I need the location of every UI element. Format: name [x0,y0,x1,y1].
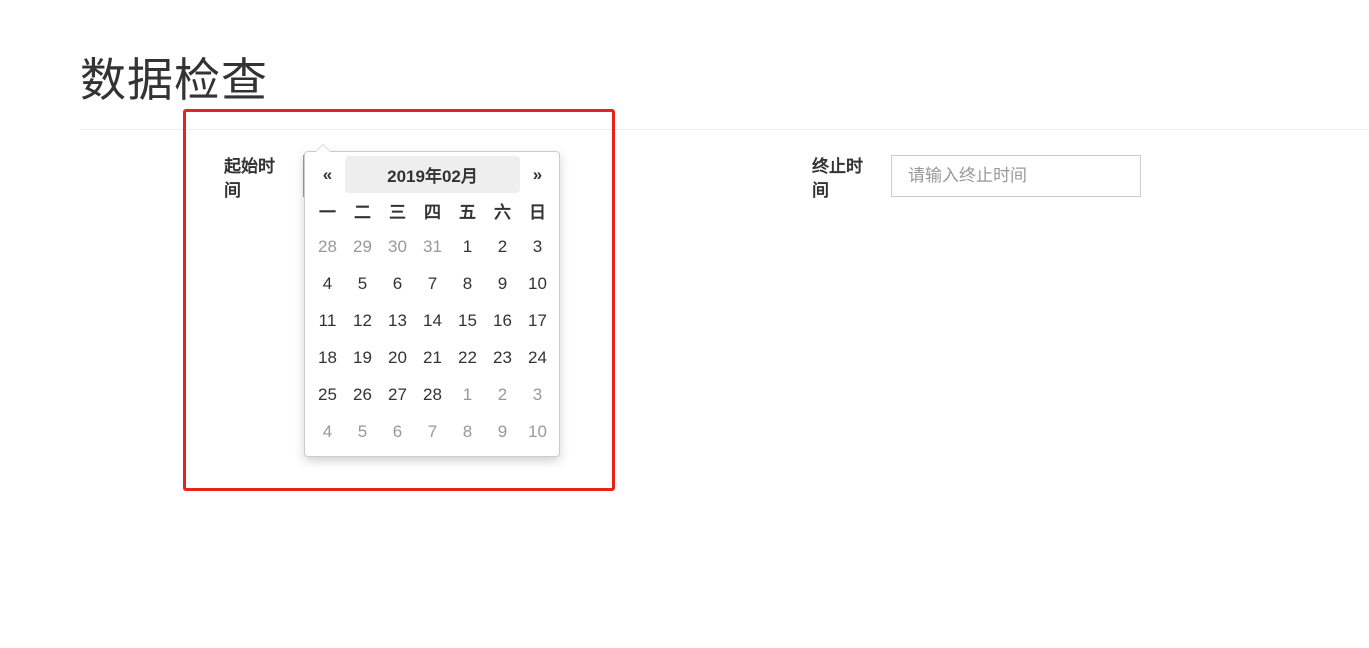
weekday-label: 六 [494,203,511,222]
next-month-button[interactable]: » [520,156,555,193]
day-cell[interactable]: 19 [345,339,380,376]
day-cell-other-month[interactable]: 7 [415,413,450,450]
day-cell[interactable]: 5 [345,265,380,302]
day-cell-other-month[interactable]: 8 [450,413,485,450]
day-cell[interactable]: 7 [415,265,450,302]
day-cell[interactable]: 12 [345,302,380,339]
end-time-label: 终止时间 [812,157,863,200]
end-time-input[interactable] [891,155,1141,197]
day-cell[interactable]: 8 [450,265,485,302]
day-cell[interactable]: 24 [520,339,555,376]
day-cell[interactable]: 13 [380,302,415,339]
weekday-label: 一 [319,203,336,222]
day-cell[interactable]: 22 [450,339,485,376]
day-cell[interactable]: 14 [415,302,450,339]
datepicker-days: 28 29 30 31 1 2 3 4 5 6 7 8 9 10 11 12 13 14 15 16 17 18 19 20 2… [310,228,555,450]
week-row: 25 26 27 28 1 2 3 [310,376,555,413]
day-cell[interactable]: 25 [310,376,345,413]
day-cell[interactable]: 21 [415,339,450,376]
week-row: 4 5 6 7 8 9 10 [310,413,555,450]
day-cell[interactable]: 6 [380,265,415,302]
page: 数据检查 起始时间 终止时间 « 2019年02月 » 一二三四五六日 2829… [0,0,1369,648]
day-cell-other-month[interactable]: 5 [345,413,380,450]
day-cell-other-month[interactable]: 30 [380,228,415,265]
day-cell[interactable]: 2 [485,228,520,265]
week-row: 4 5 6 7 8 9 10 [310,265,555,302]
day-cell-other-month[interactable]: 1 [450,376,485,413]
day-cell[interactable]: 17 [520,302,555,339]
weekday-label: 五 [459,203,476,222]
day-cell-other-month[interactable]: 31 [415,228,450,265]
day-cell[interactable]: 28 [415,376,450,413]
start-time-label: 起始时间 [224,157,275,200]
day-cell[interactable]: 1 [450,228,485,265]
day-cell[interactable]: 20 [380,339,415,376]
day-cell-other-month[interactable]: 4 [310,413,345,450]
prev-month-button[interactable]: « [310,156,345,193]
weekday-label: 二 [354,203,371,222]
weekday-label: 四 [424,203,441,222]
page-title: 数据检查 [80,54,268,106]
day-cell[interactable]: 23 [485,339,520,376]
day-cell[interactable]: 3 [520,228,555,265]
day-cell[interactable]: 27 [380,376,415,413]
day-cell-other-month[interactable]: 28 [310,228,345,265]
day-cell[interactable]: 10 [520,265,555,302]
day-cell-other-month[interactable]: 9 [485,413,520,450]
datepicker-calendar: « 2019年02月 » 一二三四五六日 28 29 30 31 1 2 3 4 5 6 7 8 9 10… [310,156,555,450]
day-cell[interactable]: 18 [310,339,345,376]
weekday-label: 日 [529,203,546,222]
week-row: 28 29 30 31 1 2 3 [310,228,555,265]
week-row: 11 12 13 14 15 16 17 [310,302,555,339]
week-row: 18 19 20 21 22 23 24 [310,339,555,376]
month-switch-button[interactable]: 2019年02月 [345,156,520,193]
day-cell[interactable]: 11 [310,302,345,339]
day-cell-other-month[interactable]: 10 [520,413,555,450]
day-cell-other-month[interactable]: 6 [380,413,415,450]
day-cell-other-month[interactable]: 3 [520,376,555,413]
day-cell[interactable]: 26 [345,376,380,413]
day-cell[interactable]: 9 [485,265,520,302]
day-cell[interactable]: 4 [310,265,345,302]
day-cell-other-month[interactable]: 2 [485,376,520,413]
day-cell[interactable]: 16 [485,302,520,339]
datepicker-popup: « 2019年02月 » 一二三四五六日 28 29 30 31 1 2 3 4 5 6 7 8 9 10… [304,144,560,457]
weekday-header-row: 一二三四五六日 [310,193,555,228]
weekday-label: 三 [389,203,406,222]
datepicker-header: « 2019年02月 » [310,156,555,193]
day-cell-other-month[interactable]: 29 [345,228,380,265]
header-divider [80,129,1369,130]
day-cell[interactable]: 15 [450,302,485,339]
